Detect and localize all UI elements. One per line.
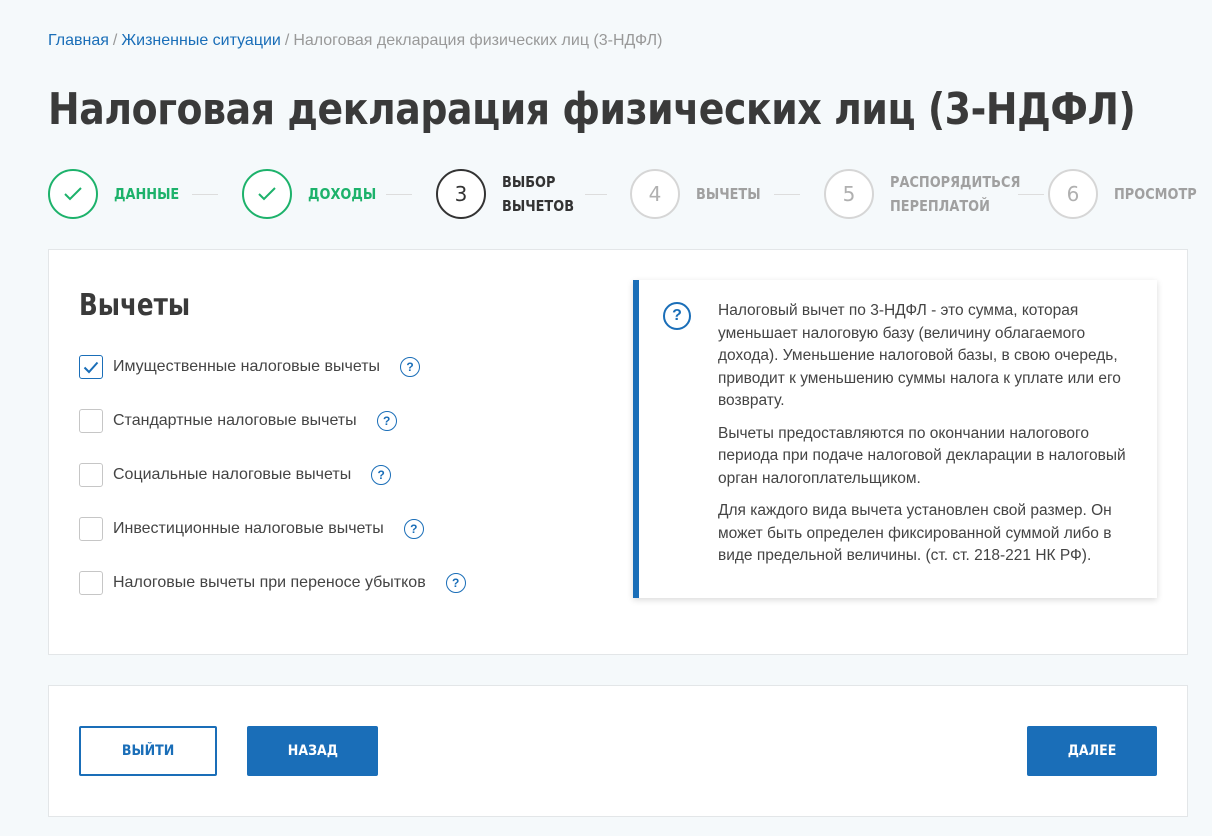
breadcrumb-link-home[interactable]: Главная (48, 32, 109, 49)
info-paragraph: Налоговый вычет по 3-НДФЛ - это сумма, к… (718, 302, 1121, 409)
option-label: Имущественные налоговые вычеты (113, 358, 381, 375)
step-number: 5 (824, 169, 874, 219)
step-label: Данные (114, 185, 180, 203)
next-button-label: Далее (1067, 743, 1117, 759)
breadcrumb-current: Налоговая декларация физических лиц (3-Н… (293, 32, 663, 49)
step-label-line: переплатой (890, 197, 990, 215)
info-paragraph: Для каждого вида вычета установлен свой … (718, 502, 1112, 564)
step-label: Вычеты (696, 185, 761, 203)
progress-stepper: Данные Доходы 3 Выбор вычетов 4 Вычеты 5… (48, 168, 1198, 222)
help-icon[interactable]: ? (376, 411, 397, 431)
step-label-line: Распорядиться (890, 173, 1021, 191)
breadcrumb-link-life-situations[interactable]: Жизненные ситуации (121, 32, 281, 49)
step-circle (242, 169, 292, 219)
step-choose-deductions[interactable]: 3 Выбор вычетов (436, 168, 586, 220)
next-button[interactable]: Далее (1027, 726, 1157, 776)
option-label: Стандартные налоговые вычеты (113, 412, 357, 429)
check-icon (258, 187, 276, 201)
checkbox[interactable] (79, 517, 103, 541)
help-icon[interactable]: ? (445, 573, 466, 593)
option-investment-deductions[interactable]: Инвестиционные налоговые вычеты ? (79, 516, 424, 542)
back-button[interactable]: Назад (247, 726, 378, 776)
help-icon[interactable]: ? (400, 357, 421, 377)
step-connector (192, 194, 218, 195)
step-overpayment[interactable]: 5 Распорядиться переплатой (824, 168, 1042, 220)
step-label: Распорядиться переплатой (890, 170, 1020, 218)
step-connector (386, 194, 412, 195)
breadcrumb-separator: / (284, 32, 290, 49)
page-title: Налоговая декларация физических лиц (3-Н… (48, 84, 1136, 135)
help-icon[interactable]: ? (371, 465, 392, 485)
option-property-deductions[interactable]: Имущественные налоговые вычеты ? (79, 354, 421, 380)
deductions-card: Вычеты Имущественные налоговые вычеты ? … (48, 249, 1188, 655)
exit-button-label: Выйти (121, 743, 175, 759)
option-loss-carryforward-deductions[interactable]: Налоговые вычеты при переносе убытков ? (79, 570, 466, 596)
step-number: 6 (1048, 169, 1098, 219)
option-label: Налоговые вычеты при переносе убытков (113, 574, 426, 591)
breadcrumb-separator: / (112, 32, 118, 49)
step-data[interactable]: Данные (48, 168, 190, 220)
step-label-line: Выбор (502, 173, 556, 191)
check-icon (64, 187, 82, 201)
step-number: 3 (436, 169, 486, 219)
step-label: Просмотр (1114, 185, 1197, 203)
step-label-line: вычетов (502, 197, 575, 215)
option-label: Социальные налоговые вычеты (113, 466, 352, 483)
option-label: Инвестиционные налоговые вычеты (113, 520, 384, 537)
help-icon[interactable]: ? (403, 519, 424, 539)
back-button-label: Назад (287, 743, 338, 759)
breadcrumb: Главная / Жизненные ситуации / Налоговая дек… (48, 32, 662, 50)
check-icon (83, 361, 99, 373)
question-icon: ? (663, 302, 691, 330)
step-connector (774, 194, 800, 195)
checkbox[interactable] (79, 571, 103, 595)
step-connector (585, 194, 607, 195)
step-label: Выбор вычетов (502, 170, 574, 218)
checkbox-checked[interactable] (79, 355, 103, 379)
step-label: Доходы (308, 185, 377, 203)
step-preview[interactable]: 6 Просмотр (1048, 168, 1210, 220)
section-title: Вычеты (79, 288, 191, 323)
info-panel: ? Налоговый вычет по 3-НДФЛ - это сумма,… (633, 280, 1157, 598)
option-standard-deductions[interactable]: Стандартные налоговые вычеты ? (79, 408, 397, 434)
step-deductions[interactable]: 4 Вычеты (630, 168, 771, 220)
actions-card: Выйти Назад Далее (48, 685, 1188, 817)
step-income[interactable]: Доходы (242, 168, 387, 220)
info-paragraph: Вычеты предоставляются по окончании нало… (718, 424, 1126, 487)
option-social-deductions[interactable]: Социальные налоговые вычеты ? (79, 462, 392, 488)
checkbox[interactable] (79, 409, 103, 433)
exit-button[interactable]: Выйти (79, 726, 217, 776)
checkbox[interactable] (79, 463, 103, 487)
info-text: Налоговый вычет по 3-НДФЛ - это сумма, к… (718, 300, 1148, 578)
step-circle (48, 169, 98, 219)
step-number: 4 (630, 169, 680, 219)
